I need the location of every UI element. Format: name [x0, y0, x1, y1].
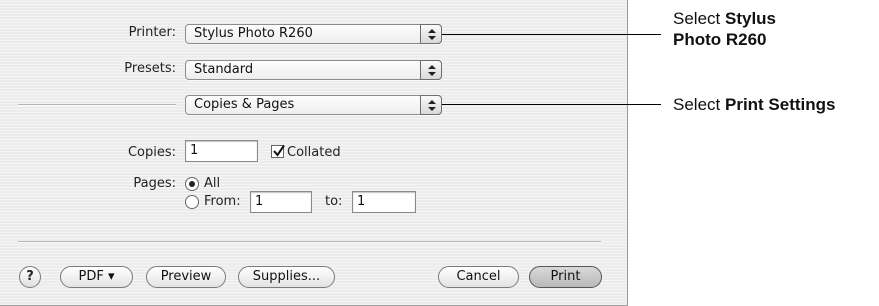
panel-popup-value: Copies & Pages — [194, 97, 295, 112]
printer-popup-value: Stylus Photo R260 — [194, 26, 313, 41]
pages-label: Pages: — [133, 176, 176, 191]
print-dialog: Printer: Stylus Photo R260 Presets: Stan… — [0, 0, 628, 306]
panel-popup[interactable]: Copies & Pages — [185, 95, 442, 115]
help-button[interactable]: ? — [19, 266, 41, 288]
pdf-button[interactable]: PDF ▾ — [60, 266, 133, 288]
callout-prefix: Select — [673, 9, 725, 28]
presets-popup-value: Standard — [194, 62, 254, 77]
callout-leader-line-panel — [442, 104, 661, 105]
pages-from-label: From: — [204, 194, 241, 209]
supplies-button[interactable]: Supplies... — [238, 266, 335, 288]
bottom-separator — [18, 241, 601, 243]
printer-popup[interactable]: Stylus Photo R260 — [185, 24, 442, 44]
callout-bold-text: Stylus — [724, 9, 777, 28]
callout-prefix: Select — [673, 95, 725, 114]
pages-from-field[interactable]: 1 — [250, 191, 312, 213]
callout-bold-text: Photo R260 — [673, 30, 767, 49]
cancel-button[interactable]: Cancel — [438, 266, 519, 288]
callout-leader-line-printer — [442, 34, 661, 35]
pages-from-radio[interactable] — [185, 195, 199, 209]
radio-selected-dot-icon — [189, 181, 195, 187]
presets-label: Presets: — [124, 61, 176, 76]
callout-bold-text: Print Settings — [724, 95, 836, 114]
pages-all-radio[interactable] — [185, 177, 199, 191]
callout-select-print-settings: Select Print Settings — [673, 94, 836, 115]
print-button[interactable]: Print — [529, 266, 602, 288]
callout-select-printer: Select Stylus Photo R260 — [673, 8, 776, 50]
printer-label: Printer: — [128, 25, 176, 40]
copies-label: Copies: — [127, 145, 176, 160]
collated-label: Collated — [287, 145, 341, 160]
copies-field[interactable]: 1 — [185, 140, 258, 162]
preview-button[interactable]: Preview — [146, 266, 226, 288]
collated-checkbox[interactable] — [271, 144, 285, 158]
popup-arrows-icon — [420, 24, 442, 44]
panel-separator-left — [18, 104, 176, 106]
popup-arrows-icon — [420, 95, 442, 115]
popup-arrows-icon — [420, 60, 442, 80]
presets-popup[interactable]: Standard — [185, 60, 442, 80]
pages-all-label: All — [204, 176, 221, 191]
pages-to-label: to: — [325, 194, 343, 209]
pages-to-field[interactable]: 1 — [352, 191, 416, 213]
